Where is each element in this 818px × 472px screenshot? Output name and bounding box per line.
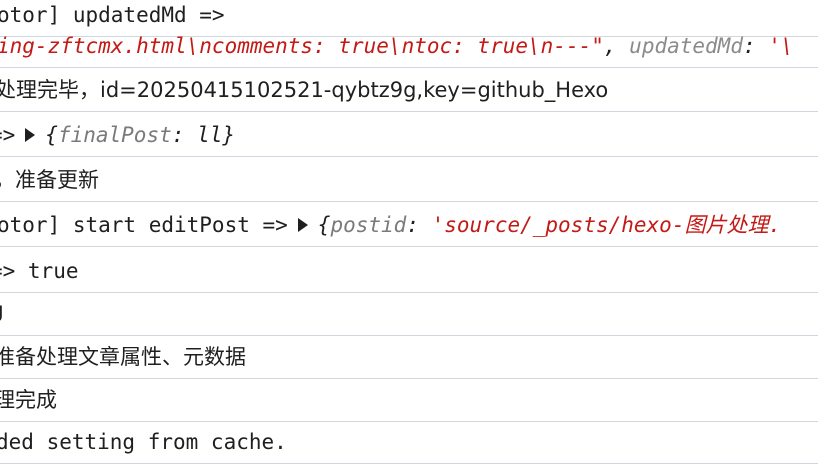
console-message[interactable]: 处理完毕，id=20250415102521-qybtz9g,key=githu… xyxy=(0,68,818,112)
expand-triangle-icon[interactable] xyxy=(25,127,36,142)
log-text: ded setting from cache. xyxy=(0,430,287,454)
log-text: 准备处理文章属性、元数据 xyxy=(0,345,246,369)
log-text: ，准备更新 xyxy=(0,168,99,192)
separator: : xyxy=(171,123,198,147)
string-value: '\ xyxy=(768,34,794,58)
property-key: postid xyxy=(330,213,407,237)
string-value: 'source/_posts/hexo-图片处理. xyxy=(431,213,782,237)
console-message[interactable]: 理完成 xyxy=(0,378,818,422)
string-value: ing-zftcmx.html\ncomments: true\ntoc: tr… xyxy=(0,34,604,58)
console-message[interactable]: ，准备更新 xyxy=(0,158,818,202)
separator: : xyxy=(742,34,769,58)
devtools-console: otor] updatedMd => ing-zftcmx.html\ncomm… xyxy=(0,0,818,472)
log-text: => true xyxy=(0,259,79,283)
property-key: updatedMd xyxy=(629,34,743,58)
console-message[interactable]: J xyxy=(0,292,818,336)
log-text: => xyxy=(0,123,16,147)
console-message[interactable]: otor] start editPost => {postid: 'source/… xyxy=(0,203,818,247)
console-message[interactable]: 准备处理文章属性、元数据 xyxy=(0,335,818,379)
console-message[interactable]: ing-zftcmx.html\ncomments: true\ntoc: tr… xyxy=(0,24,818,68)
separator: : xyxy=(406,213,432,237)
property-key: finalPost xyxy=(57,123,172,147)
property-value: ll xyxy=(197,123,223,147)
log-text: J xyxy=(0,292,5,335)
log-text: 理完成 xyxy=(0,388,57,412)
separator: , xyxy=(603,34,630,58)
object-brace: { xyxy=(45,123,58,147)
object-brace: } xyxy=(222,123,235,147)
console-message[interactable]: ded setting from cache. xyxy=(0,420,818,464)
log-text: otor] start editPost => xyxy=(0,213,288,237)
console-message[interactable]: => true xyxy=(0,249,818,293)
expand-triangle-icon[interactable] xyxy=(297,217,308,232)
log-text: 处理完毕，id=20250415102521-qybtz9g,key=githu… xyxy=(0,78,609,102)
console-message[interactable]: => {finalPost: ll} xyxy=(0,113,818,157)
object-brace: { xyxy=(317,213,331,237)
